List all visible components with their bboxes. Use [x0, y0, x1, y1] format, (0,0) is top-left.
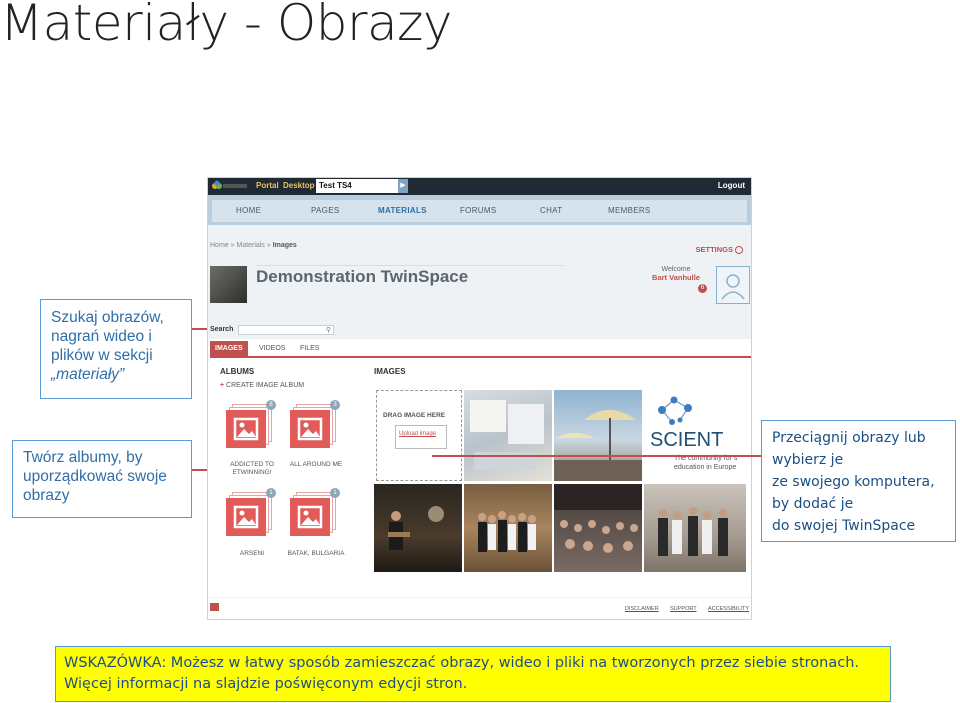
slide-title: Materiały - Obrazy	[0, 0, 453, 52]
crumb-images: Images	[272, 242, 297, 249]
footer-support[interactable]: SUPPORT	[670, 606, 696, 612]
search-input[interactable]: ⚲	[238, 325, 334, 335]
tip-line-2: Więcej informacji na slajdzie poświęcony…	[64, 676, 468, 692]
callout-line: plików w sekcji	[51, 347, 153, 364]
album-name[interactable]: BATAK, BULGARIA	[282, 550, 350, 558]
etwinning-logo	[210, 180, 250, 193]
callout-line: wybierz je	[772, 452, 844, 468]
nav-materials[interactable]: MATERIALS	[378, 206, 427, 215]
image-icon	[290, 410, 330, 448]
nav-forums[interactable]: FORUMS	[460, 206, 496, 215]
nav-members[interactable]: MEMBERS	[608, 206, 651, 215]
nav-chat[interactable]: CHAT	[540, 206, 562, 215]
callout-line: „materiały”	[51, 366, 125, 383]
top-bar: Portal Desktop Test TS4 ▶ Logout	[208, 178, 751, 195]
image-dropzone[interactable]: DRAG IMAGE HERE Upload image	[376, 390, 462, 481]
create-album-label: CREATE IMAGE ALBUM	[226, 382, 305, 389]
tab-files[interactable]: FILES	[295, 341, 324, 356]
tab-images[interactable]: IMAGES	[210, 341, 248, 356]
album-card[interactable]: 8	[226, 400, 276, 449]
album-card[interactable]: 1	[290, 488, 340, 537]
avatar[interactable]	[716, 266, 750, 304]
svg-text:education in Europe: education in Europe	[674, 464, 736, 471]
image-thumbnail[interactable]	[554, 484, 642, 572]
album-count: 8	[266, 400, 276, 410]
desktop-tab[interactable]: Desktop	[283, 181, 315, 190]
callout-line: do swojej TwinSpace	[772, 518, 916, 534]
callout-line: obrazy	[23, 487, 70, 504]
albums-heading: ALBUMS	[220, 367, 255, 376]
albums-callout: Twórz albumy, by uporządkować swoje obra…	[12, 440, 192, 518]
footer-links: DISCLAIMER SUPPORT ACCESSIBILITY	[615, 606, 749, 612]
title-rule	[256, 265, 564, 266]
twinspace-title: Demonstration TwinSpace	[256, 267, 469, 286]
album-card[interactable]: 1	[226, 488, 276, 537]
album-name[interactable]: ARSENI	[218, 550, 286, 558]
plus-icon: +	[220, 382, 225, 389]
user-name[interactable]: Bart Vanhulle	[648, 273, 704, 282]
dropzone-frame	[395, 425, 447, 449]
album-count: 1	[330, 488, 340, 498]
svg-text:SCIENT: SCIENT	[650, 429, 723, 451]
image-icon	[226, 410, 266, 448]
footer-disclaimer[interactable]: DISCLAIMER	[625, 606, 659, 612]
gear-icon	[735, 246, 743, 254]
main-nav: HOME PAGES MATERIALS FORUMS CHAT MEMBERS	[208, 195, 751, 225]
image-icon	[290, 498, 330, 536]
dropzone-title: DRAG IMAGE HERE	[383, 412, 446, 419]
welcome-box: Welcome Bart Vanhulle	[648, 266, 704, 282]
create-album-link[interactable]: + CREATE IMAGE ALBUM	[220, 382, 304, 389]
workspace-arrow-icon[interactable]: ▶	[398, 179, 408, 193]
drag-callout: Przeciągnij obrazy lub wybierz je ze swo…	[761, 420, 956, 542]
album-name[interactable]: ALL AROUND ME	[282, 461, 350, 469]
nav-pages[interactable]: PAGES	[311, 206, 339, 215]
tabs-underline	[210, 356, 751, 358]
drag-connector	[432, 455, 761, 457]
callout-line: Przeciągnij obrazy lub	[772, 430, 926, 446]
image-thumbnail[interactable]	[374, 484, 462, 572]
twinspace-image	[210, 266, 247, 303]
nav-home[interactable]: HOME	[236, 206, 261, 215]
album-card[interactable]: 3	[290, 400, 340, 449]
album-name[interactable]: ADDICTED TO ETWINNING!	[218, 461, 286, 477]
welcome-label: Welcome	[661, 266, 691, 273]
search-icon[interactable]: ⚲	[326, 326, 331, 334]
tip-line-1: WSKAZÓWKA: Możesz w łatwy sposób zamiesz…	[64, 655, 859, 671]
logout-link[interactable]: Logout	[718, 181, 745, 190]
crumb-materials[interactable]: Materials	[236, 242, 264, 249]
home-icon[interactable]	[210, 603, 219, 611]
callout-line: nagrań wideo i	[51, 328, 152, 345]
materials-panel: IMAGES VIDEOS FILES ALBUMS + CREATE IMAG…	[208, 339, 751, 597]
image-thumbnail[interactable]: SCIENT The community for s education in Eu…	[644, 390, 746, 481]
album-count: 1	[266, 488, 276, 498]
image-thumbnail[interactable]	[554, 390, 642, 481]
tab-videos[interactable]: VIDEOS	[254, 341, 290, 356]
breadcrumb: Home » Materials » Images	[210, 242, 297, 249]
image-icon	[226, 498, 266, 536]
search-callout: Szukaj obrazów, nagrań wideo i plików w …	[40, 299, 192, 399]
album-count: 3	[330, 400, 340, 410]
footer: DISCLAIMER SUPPORT ACCESSIBILITY	[208, 598, 751, 619]
upload-image-link[interactable]: Upload image	[399, 431, 436, 437]
tip-box: WSKAZÓWKA: Możesz w łatwy sposób zamiesz…	[55, 646, 891, 702]
callout-line: Twórz albumy, by	[23, 449, 143, 466]
images-heading: IMAGES	[374, 367, 406, 376]
portal-tab[interactable]: Portal	[256, 181, 279, 190]
settings-link[interactable]: SETTINGS	[695, 245, 743, 254]
search-label: Search	[210, 326, 234, 333]
footer-accessibility[interactable]: ACCESSIBILITY	[708, 606, 749, 612]
callout-line: by dodać je	[772, 496, 854, 512]
notification-badge[interactable]: 6	[698, 284, 707, 293]
callout-line: Szukaj obrazów,	[51, 309, 164, 326]
callout-line: ze swojego komputera,	[772, 474, 935, 490]
crumb-home[interactable]: Home	[210, 242, 229, 249]
settings-label: SETTINGS	[695, 245, 733, 254]
image-thumbnail[interactable]	[464, 390, 552, 481]
workspace-selector[interactable]: Test TS4	[316, 179, 406, 193]
callout-line: uporządkować swoje	[23, 468, 167, 485]
image-thumbnail[interactable]	[644, 484, 746, 572]
image-thumbnail[interactable]	[464, 484, 552, 572]
twinspace-screenshot: Portal Desktop Test TS4 ▶ Logout HOME PA…	[207, 177, 752, 620]
